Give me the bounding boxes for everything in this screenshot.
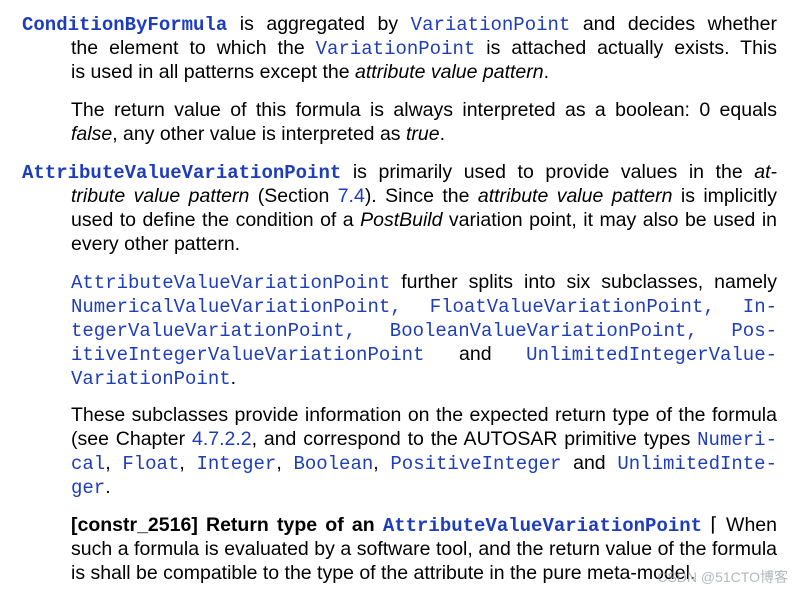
line: AttributeValueVariationPoint is primaril…	[22, 160, 777, 184]
text: variation point, it may also be used in	[442, 209, 777, 231]
text: is used in all patterns except the	[71, 61, 355, 83]
code-variation-point: VariationPoint	[410, 14, 571, 36]
emphasis: tribute value pattern	[71, 185, 250, 207]
text: is aggregated by	[227, 13, 411, 35]
watermark: CSDN @51CTO博客	[657, 569, 788, 585]
code-type: ger	[71, 477, 106, 499]
text: further splits into six subclasses, name…	[390, 271, 777, 293]
text: and	[459, 343, 492, 365]
document-page: ConditionByFormula is aggregated by Vari…	[0, 0, 798, 593]
line: ger.	[71, 475, 777, 499]
line: tribute value pattern (Section 7.4). Sin…	[71, 184, 777, 208]
code-type: cal	[71, 453, 106, 475]
code-type: Boolean	[293, 453, 374, 475]
constraint-heading: [constr_2516] Return type of an	[71, 514, 383, 536]
code-class: FloatValueVariationPoint,	[429, 296, 715, 318]
text: ,	[105, 452, 123, 474]
code-type: UnlimitedInte-	[617, 453, 777, 475]
line: is used in all patterns except the attri…	[71, 60, 777, 84]
line: cal, Float, Integer, Boolean, PositiveIn…	[71, 451, 777, 475]
text: such a formula is evaluated by a softwar…	[71, 538, 777, 560]
text: and decides whether	[570, 13, 777, 35]
text: used to define the condition of a	[71, 209, 361, 231]
section-link[interactable]: 7.4	[338, 185, 365, 207]
text: .	[230, 367, 237, 389]
text: .	[543, 61, 550, 83]
line: used to define the condition of a PostBu…	[71, 208, 777, 232]
code-class: itiveIntegerValueVariationPoint	[71, 344, 425, 366]
line: itiveIntegerValueVariationPoint and Unli…	[71, 342, 777, 366]
line: false, any other value is interpreted as…	[71, 122, 777, 146]
text: , and correspond to the AUTOSAR primitiv…	[251, 428, 698, 450]
paragraph-return-types: These subclasses provide information on …	[71, 403, 777, 499]
text: (see Chapter	[71, 428, 192, 450]
line: (see Chapter 4.7.2.2, and correspond to …	[71, 427, 777, 451]
paragraph-condition-by-formula: ConditionByFormula is aggregated by Vari…	[22, 12, 777, 84]
text: the element to which the	[71, 37, 316, 59]
text: ,	[179, 452, 197, 474]
line: AttributeValueVariationPoint further spl…	[71, 270, 777, 294]
term-attribute-value-variation-point: AttributeValueVariationPoint	[382, 515, 703, 537]
text: is implicitly	[672, 185, 778, 207]
code-type: Numeri-	[697, 429, 777, 451]
line: the element to which the VariationPoint …	[71, 36, 777, 60]
text: ). Since the	[364, 185, 478, 207]
text: ,	[373, 452, 391, 474]
paragraph-attribute-value-variation-point: AttributeValueVariationPoint is primaril…	[22, 160, 777, 256]
term-attribute-value-variation-point: AttributeValueVariationPoint	[22, 162, 342, 184]
term-condition-by-formula: ConditionByFormula	[22, 14, 228, 36]
emphasis: attribute value pattern	[355, 61, 544, 83]
code-type: Integer	[196, 453, 277, 475]
emphasis: false	[71, 123, 113, 145]
text: The return value of this formula is alwa…	[71, 99, 777, 121]
line: NumericalValueVariationPoint, FloatValue…	[71, 294, 777, 318]
text: ⌈ When	[702, 514, 777, 536]
emphasis: at-	[754, 161, 777, 183]
line: VariationPoint.	[71, 366, 777, 390]
line: such a formula is evaluated by a softwar…	[71, 537, 777, 561]
text: is primarily used to provide values in t…	[341, 161, 755, 183]
line: tegerValueVariationPoint, BooleanValueVa…	[71, 318, 777, 342]
text: These subclasses provide information on …	[71, 404, 777, 426]
chapter-link[interactable]: 4.7.2.2	[192, 428, 252, 450]
code-variation-point: VariationPoint	[315, 38, 476, 60]
text: , any other value is interpreted as	[112, 123, 406, 145]
code-class: NumericalValueVariationPoint,	[71, 296, 402, 318]
code-type: Float	[122, 453, 180, 475]
text: is shall be compatible to the type of th…	[71, 562, 696, 584]
line: These subclasses provide information on …	[71, 403, 777, 427]
code-class: BooleanValueVariationPoint,	[389, 320, 698, 342]
code-class: tegerValueVariationPoint,	[71, 320, 357, 342]
text: (Section	[249, 185, 338, 207]
line: [constr_2516] Return type of an Attribut…	[71, 513, 777, 537]
code-class: AttributeValueVariationPoint	[71, 272, 391, 294]
code-class: UnlimitedIntegerValue-	[526, 344, 778, 366]
text: .	[439, 123, 445, 145]
text: is attached actually exists. This	[475, 37, 777, 59]
emphasis: true	[405, 123, 440, 145]
code-class: In-	[742, 296, 778, 318]
emphasis: PostBuild	[360, 209, 443, 231]
text: .	[105, 476, 111, 498]
paragraph-return-value: The return value of this formula is alwa…	[71, 98, 777, 146]
text: ,	[276, 452, 294, 474]
text: and	[561, 452, 618, 474]
emphasis: attribute value pattern	[477, 185, 673, 207]
code-type: PositiveInteger	[390, 453, 562, 475]
line: ConditionByFormula is aggregated by Vari…	[22, 12, 777, 36]
code-class: Pos-	[731, 320, 778, 342]
code-class: VariationPoint	[71, 368, 231, 390]
line: every other pattern.	[71, 232, 777, 256]
paragraph-subclasses: AttributeValueVariationPoint further spl…	[71, 270, 777, 390]
text: every other pattern.	[71, 233, 241, 255]
line: The return value of this formula is alwa…	[71, 98, 777, 122]
